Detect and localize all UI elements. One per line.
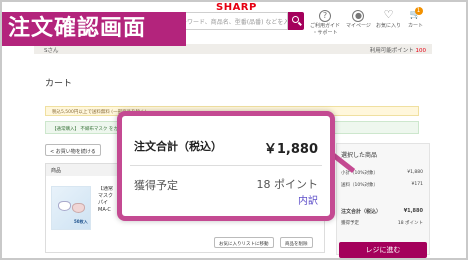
page-title: カート <box>45 79 73 89</box>
search-button[interactable] <box>288 12 304 30</box>
points-info: 利用可能ポイント 100 <box>370 46 426 54</box>
callout-divider <box>130 165 322 166</box>
mypage-link[interactable]: ● マイページ <box>346 10 371 30</box>
order-confirmation-banner: 注文確認画面 <box>0 12 186 46</box>
points-value: 100 <box>415 48 427 54</box>
product-image[interactable]: 50枚入 <box>51 186 91 230</box>
heart-icon: ♡ <box>383 8 394 21</box>
summary-title: 選択した商品 <box>341 152 378 159</box>
mask-pink-graphic <box>72 203 85 213</box>
cart-icon: 🛒 1 <box>409 7 423 20</box>
callout-total-label: 注文合計（税込） <box>134 140 222 153</box>
points-breakdown-link[interactable]: 内訳 <box>298 192 318 207</box>
user-icon: ● <box>352 10 365 22</box>
cart-count-badge: 1 <box>414 7 423 15</box>
delete-item-button[interactable]: 商品を削除 <box>280 237 313 248</box>
earn-points-row: 獲得予定 18 ポイント <box>341 221 423 226</box>
product-pack-tag: 50枚入 <box>74 219 88 224</box>
user-name: Sさん <box>44 48 59 54</box>
order-total-callout: 注文合計（税込） ￥1,880 獲得予定 18 ポイント 内訳 <box>117 111 335 221</box>
order-summary-panel: 選択した商品 小計（10%対象） ¥1,880 送料（10%対象） ¥171 注文合… <box>336 143 430 258</box>
callout-total-value: ￥1,880 <box>263 142 318 157</box>
search-input[interactable]: キーワード、商品名、型番(品番) などを入力 <box>170 12 288 30</box>
guide-label: ご利用ガイド <box>310 23 341 29</box>
total-row: 注文合計（税込） ¥1,880 <box>341 208 423 215</box>
support-label: ・サポート <box>312 30 338 36</box>
favorites-label: お気に入り <box>376 23 402 29</box>
cart-link[interactable]: 🛒 1 カート <box>408 7 424 30</box>
callout-earn-label: 獲得予定 <box>134 179 178 192</box>
guide-link[interactable]: ? ご利用ガイド ・サポート <box>310 10 340 37</box>
shipping-row: 送料（10%対象） ¥171 <box>341 182 423 188</box>
mypage-label: マイページ <box>346 23 371 29</box>
mask-white-graphic <box>58 201 71 211</box>
callout-earn-points: 18 ポイント <box>256 178 319 191</box>
checkout-button[interactable]: レジに進む <box>339 242 427 258</box>
move-to-wishlist-button[interactable]: お気に入りリストに移動 <box>214 237 274 248</box>
cart-label: カート <box>408 23 424 29</box>
favorites-link[interactable]: ♡ お気に入り <box>376 8 402 30</box>
help-icon: ? <box>319 10 331 22</box>
points-label: 利用可能ポイント <box>369 48 414 54</box>
continue-shopping-button[interactable]: < お買い物を続ける <box>45 144 101 156</box>
